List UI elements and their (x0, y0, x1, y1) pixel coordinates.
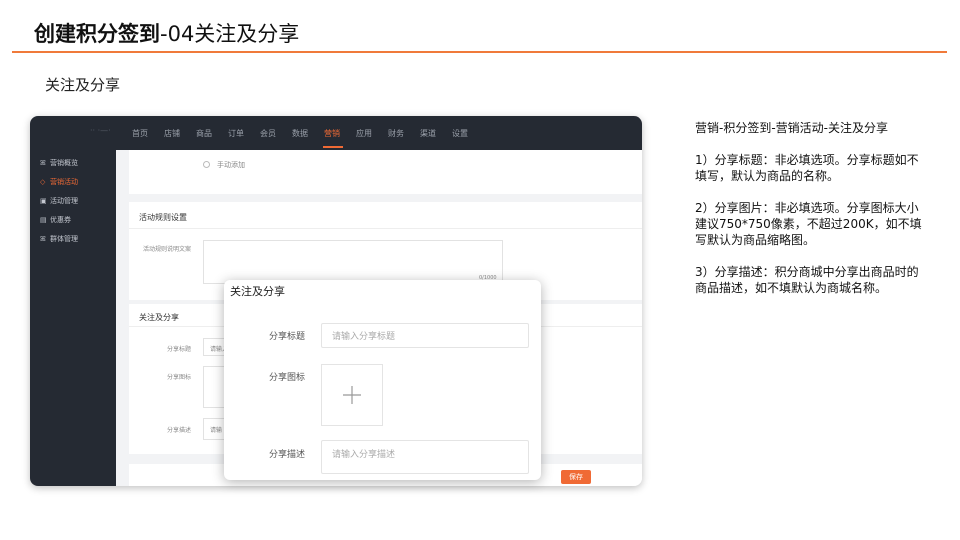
nav-item-data[interactable]: 数据 (292, 128, 308, 139)
nav-item-finance[interactable]: 财务 (388, 128, 404, 139)
nav-active-indicator (323, 146, 343, 148)
share-image-label: 分享图标 (167, 374, 192, 381)
manual-add-label: 手动添加 (217, 161, 245, 169)
modal-share-title-input[interactable]: 请输入分享标题 (321, 323, 529, 348)
slide-title-bold: 创建积分签到 (34, 22, 160, 46)
modal-share-desc-label: 分享描述 (269, 450, 306, 460)
divider (129, 228, 642, 229)
modal-share-desc-input[interactable]: 请输入分享描述 (321, 440, 529, 474)
rules-desc-label: 活动规则说明文案 (143, 246, 192, 253)
sidebar-item-groups[interactable]: ꕤ 群体管理 (40, 234, 78, 244)
notes-item-1: 1）分享标题：非必填选项。分享标题如不填写，默认为商品的名称。 (695, 153, 919, 183)
manual-add-radio[interactable] (203, 161, 210, 168)
modal-share-image-label: 分享图标 (269, 373, 306, 383)
slide-title: 创建积分签到-04关注及分享 (34, 18, 299, 48)
nav-item-store[interactable]: 店铺 (164, 128, 180, 139)
modal-share-image-upload[interactable] (321, 364, 383, 426)
nav-item-apps[interactable]: 应用 (356, 128, 372, 139)
nav-item-home[interactable]: 首页 (132, 128, 148, 139)
share-desc-label: 分享描述 (167, 427, 192, 434)
sidebar-item-coupons[interactable]: ▤ 优惠券 (40, 215, 71, 225)
participation-card: 手动添加 (129, 150, 642, 194)
sidebar-item-activity-management[interactable]: ▣ 活动管理 (40, 196, 78, 206)
notes-panel: 营销-积分签到-营销活动-关注及分享 1）分享标题：非必填选项。分享标题如不填写… (695, 120, 923, 312)
section-label: 关注及分享 (45, 76, 121, 94)
coupon-icon: ▤ (40, 216, 47, 224)
top-navigation: ·· ·—· 首页 店铺 商品 订单 会员 数据 营销 应用 财务 渠道 设置 (30, 116, 642, 150)
share-modal: 关注及分享 分享标题 请输入分享标题 分享图标 分享描述 请输入分享描述 (224, 280, 541, 480)
plus-icon (343, 386, 361, 404)
logo-placeholder: ·· ·—· (90, 126, 111, 135)
rules-title: 活动规则设置 (139, 213, 187, 222)
modal-title: 关注及分享 (230, 285, 285, 298)
notes-item-2: 2）分享图片：非必填选项。分享图标大小建议750*750像素，不超过200K，如… (695, 201, 922, 247)
nav-item-products[interactable]: 商品 (196, 128, 212, 139)
nav-item-channels[interactable]: 渠道 (420, 128, 436, 139)
nav-item-orders[interactable]: 订单 (228, 128, 244, 139)
title-rule (12, 51, 947, 53)
nav-item-members[interactable]: 会员 (260, 128, 276, 139)
slide-title-rest: -04关注及分享 (160, 22, 300, 46)
rules-desc-textarea[interactable] (203, 240, 503, 284)
modal-share-title-label: 分享标题 (269, 332, 306, 342)
nav-item-marketing[interactable]: 营销 (324, 128, 340, 139)
notes-item-3: 3）分享描述：积分商城中分享出商品时的商品描述，如不填默认为商城名称。 (695, 265, 919, 295)
sidebar-item-overview[interactable]: ꕤ 营销概览 (40, 158, 78, 168)
people-icon: ꕤ (40, 235, 46, 243)
tag-icon: ◇ (40, 178, 46, 186)
nav-item-settings[interactable]: 设置 (452, 128, 468, 139)
save-button[interactable]: 保存 (561, 470, 591, 484)
notes-heading: 营销-积分签到-营销活动-关注及分享 (695, 121, 888, 135)
sidebar-item-activities[interactable]: ◇ 营销活动 (40, 177, 78, 187)
sidebar: ꕤ 营销概览 ◇ 营销活动 ▣ 活动管理 ▤ 优惠券 ꕤ 群体管理 (30, 150, 116, 486)
grid-icon: ▣ (40, 197, 47, 205)
chart-icon: ꕤ (40, 159, 46, 167)
share-title-label: 分享标题 (167, 346, 192, 353)
share-section-title: 关注及分享 (139, 313, 179, 322)
